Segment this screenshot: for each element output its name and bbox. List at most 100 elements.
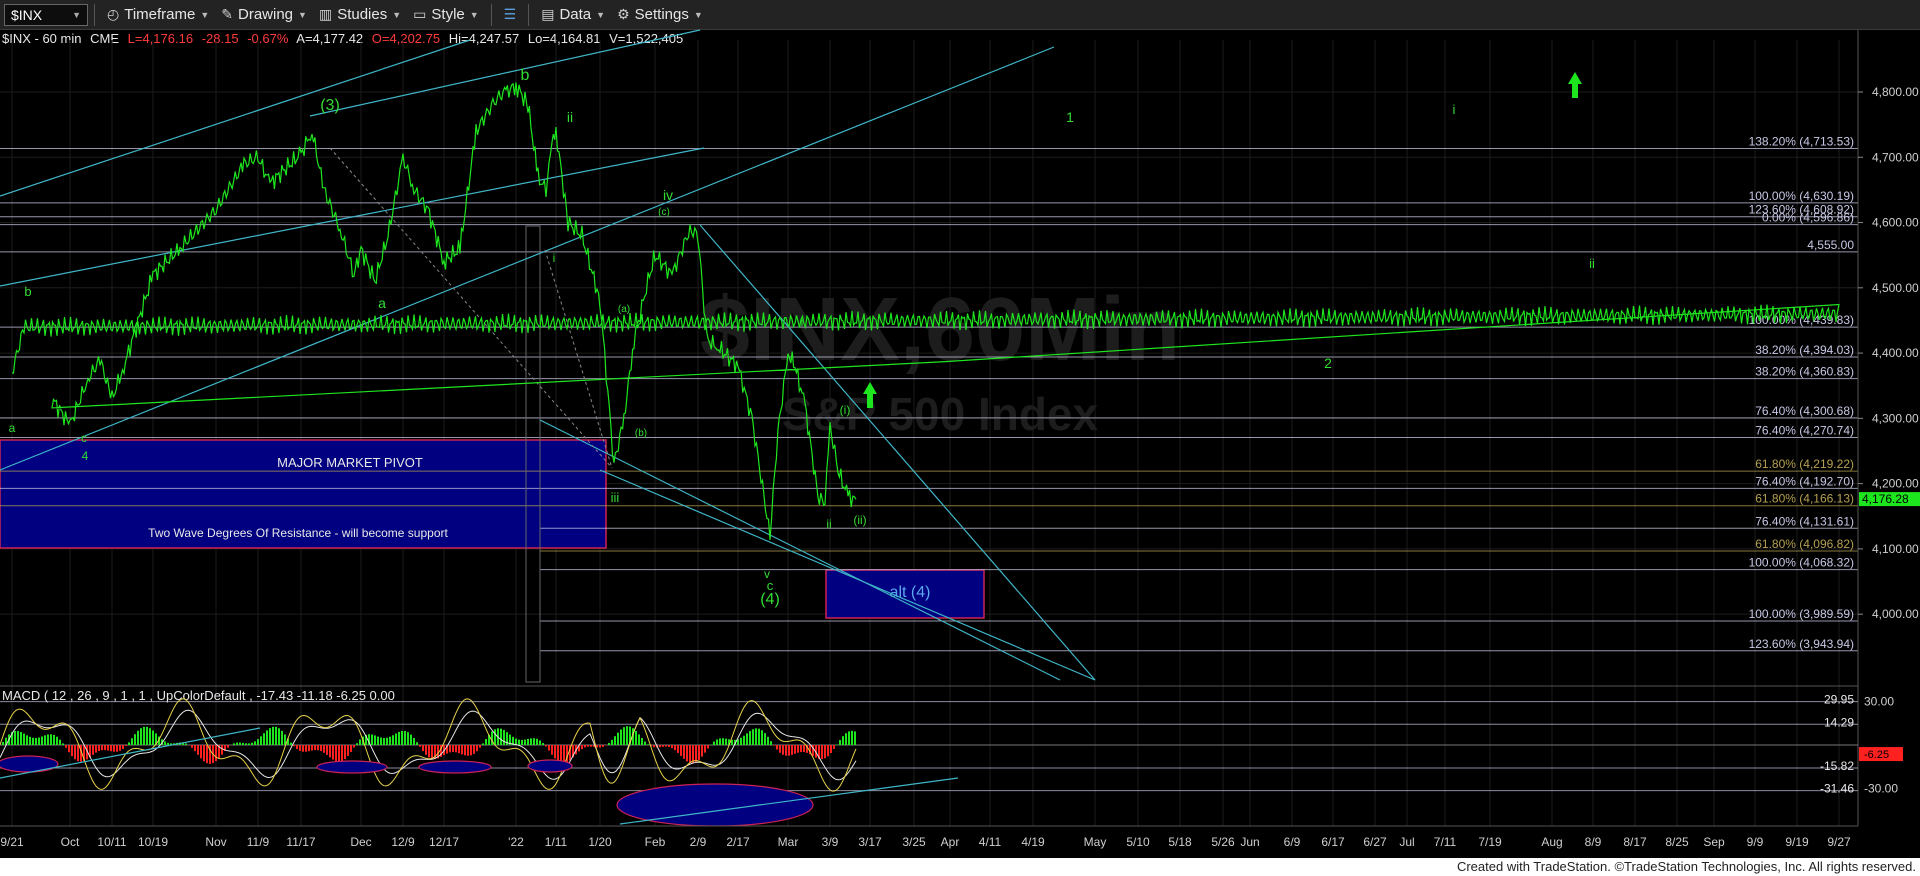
macd-histogram-bar: [74, 745, 76, 760]
macd-histogram-bar: [122, 745, 124, 749]
macd-histogram-bar: [320, 745, 322, 752]
macd-histogram-bar: [341, 745, 343, 762]
macd-histogram-bar: [302, 745, 304, 752]
trend-channel-line: [309, 29, 701, 117]
macd-histogram-bar: [455, 745, 457, 753]
macd-histogram-bar: [17, 731, 19, 745]
macd-histogram-bar: [29, 736, 31, 745]
x-tick-label: 3/17: [858, 835, 882, 849]
price-chart[interactable]: $INX,60Min S&P 500 Index MAJOR MARKET PI…: [0, 0, 1920, 858]
macd-histogram-bar: [317, 745, 319, 751]
macd-histogram-bar: [359, 739, 361, 745]
x-tick-label: 12/9: [391, 835, 415, 849]
macd-histogram-bar: [695, 745, 697, 763]
macd-histogram-bar: [38, 737, 40, 745]
x-tick-label: 7/19: [1478, 835, 1502, 849]
x-tick-label: 9/27: [1827, 835, 1851, 849]
macd-histogram-bar: [830, 745, 832, 754]
watermark-symbol: $INX,60Min: [700, 280, 1180, 380]
macd-tick-label: 30.00: [1864, 695, 1894, 709]
macd-histogram-bar: [32, 737, 34, 745]
macd-histogram-bar: [764, 733, 766, 745]
x-tick-label: Nov: [205, 835, 226, 849]
wave-label: a: [9, 421, 16, 435]
macd-histogram-bar: [227, 745, 229, 748]
fib-level-label: 61.80% (4,096.82): [1755, 537, 1854, 551]
wave-label: iii: [611, 490, 620, 505]
macd-histogram-bar: [704, 745, 706, 753]
macd-histogram-bar: [50, 734, 52, 745]
macd-histogram-bar: [773, 745, 775, 746]
macd-histogram-bar: [59, 739, 61, 745]
macd-histogram-bar: [638, 734, 640, 745]
macd-histogram-bar: [374, 735, 376, 745]
macd-histogram-bar: [41, 736, 43, 745]
macd-histogram-bar: [140, 728, 142, 745]
time-axis[interactable]: 9/21 Oct 10/11 10/19 Nov 11/9 11/17 Dec 12/9 12/1…: [0, 825, 1920, 858]
x-tick-label: 10/11: [97, 835, 126, 849]
divergence-ellipse: [616, 783, 814, 827]
macd-histogram-bar: [143, 726, 145, 745]
macd-histogram-bar: [398, 731, 400, 745]
wave-label: ii: [826, 517, 831, 531]
macd-histogram-bar: [407, 732, 409, 745]
x-tick-label: 8/25: [1665, 835, 1689, 849]
fib-level-label: 0.00% (4,596.86): [1762, 211, 1854, 225]
macd-histogram-bar: [377, 736, 379, 745]
x-tick-label: Oct: [61, 835, 80, 849]
macd-histogram-bar: [248, 743, 250, 745]
fib-level-label: 100.00% (4,630.19): [1749, 189, 1854, 203]
wave-label: 4: [82, 449, 89, 463]
macd-histogram-bar: [458, 745, 460, 754]
macd-histogram-bar: [740, 737, 742, 745]
y-tick-label: 4,400.00: [1872, 346, 1919, 360]
macd-histogram-bar: [425, 745, 427, 755]
macd-histogram-bar: [782, 745, 784, 755]
macd-histogram-bar: [275, 726, 277, 745]
up-arrow-icon: [1568, 72, 1582, 98]
macd-tick-label: -30.00: [1864, 782, 1898, 796]
fib-level-label: 61.80% (4,166.13): [1755, 492, 1854, 506]
macd-panel: MACD ( 12 , 26 , 9 , 1 , 1 , UpColorDefa…: [0, 685, 1903, 839]
macd-histogram-bar: [263, 733, 265, 745]
macd-histogram-bar: [545, 745, 547, 747]
macd-histogram-bar: [278, 728, 280, 745]
x-tick-label: 5/10: [1126, 835, 1150, 849]
macd-histogram-bar: [602, 745, 604, 747]
macd-histogram-bar: [620, 729, 622, 745]
pivot-zone-sublabel: Two Wave Degrees Of Resistance - will be…: [148, 526, 448, 540]
macd-histogram-bar: [419, 745, 421, 747]
macd-histogram-bar: [686, 745, 688, 762]
wave-label: i: [801, 315, 804, 329]
macd-histogram-bar: [260, 736, 262, 745]
macd-histogram-bar: [401, 730, 403, 745]
macd-histogram-bar: [383, 737, 385, 745]
macd-histogram-bar: [785, 745, 787, 756]
macd-histogram-bar: [47, 734, 49, 745]
y-tick-label: 4,200.00: [1872, 477, 1919, 491]
macd-histogram-bar: [716, 739, 718, 745]
macd-histogram-bar: [116, 745, 118, 752]
macd-histogram-bar: [482, 743, 484, 745]
x-tick-label: Mar: [778, 835, 799, 849]
divergence-ellipse: [0, 755, 59, 773]
macd-histogram-bar: [125, 745, 127, 747]
macd-histogram-bar: [527, 738, 529, 745]
fib-level-label: 38.20% (4,360.83): [1755, 365, 1854, 379]
macd-histogram-bar: [521, 739, 523, 745]
x-tick-label: 10/19: [138, 835, 168, 849]
fib-level-label: 76.40% (4,300.68): [1755, 404, 1854, 418]
macd-histogram-bar: [233, 743, 235, 745]
macd-histogram-bar: [323, 745, 325, 753]
macd-histogram-bar: [284, 734, 286, 745]
macd-histogram-bar: [827, 745, 829, 757]
macd-histogram-bar: [389, 736, 391, 745]
macd-histogram-bar: [557, 745, 559, 762]
macd-histogram-bar: [185, 743, 187, 745]
macd-histogram-bar: [494, 729, 496, 745]
macd-histogram-bar: [608, 742, 610, 745]
macd-histogram-bar: [269, 728, 271, 745]
macd-histogram-bar: [623, 727, 625, 745]
macd-histogram-bar: [641, 738, 643, 745]
macd-histogram-bar: [413, 738, 415, 745]
